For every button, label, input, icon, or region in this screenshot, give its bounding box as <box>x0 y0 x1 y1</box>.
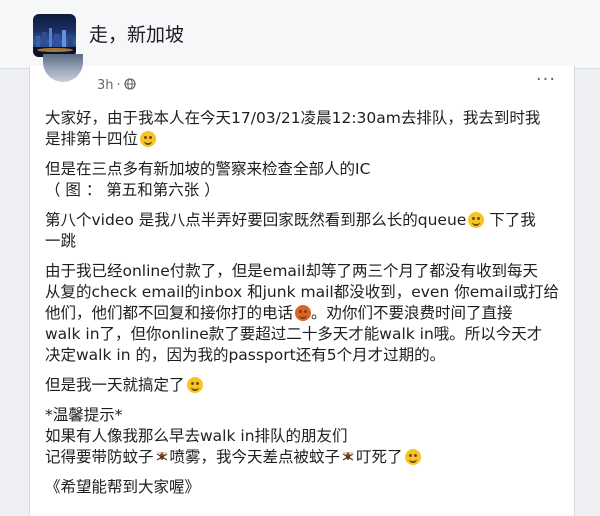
post-text: 如果有人像我那么早去walk in排队的朋友们 <box>45 427 348 445</box>
relieved-emoji <box>186 377 203 393</box>
post-text: *温馨提示* <box>45 406 123 424</box>
group-header: 走，新加坡 <box>0 0 600 69</box>
post-text: 从复的check email的inbox 和junk mail都没收到，even… <box>45 283 559 301</box>
post-paragraph: 第八个video 是我八点半弄好要回家既然看到那么长的queue 下了我 一跳 <box>45 210 560 252</box>
post-text: 。劝你们不要浪费时间了直接 <box>311 304 513 322</box>
group-avatar[interactable] <box>33 14 76 57</box>
post-line: 一跳 <box>45 231 560 252</box>
post-text: 是排第十四位 <box>45 130 139 148</box>
post-text: 《希望能帮到大家喔》 <box>45 478 201 496</box>
post-text: 大家好，由于我本人在今天17/03/21凌晨12:30am去排队，我去到时我 <box>45 109 541 127</box>
mosquito-icon <box>341 449 355 463</box>
post-paragraph: 但是我一天就搞定了 <box>45 375 560 396</box>
post-line: 决定walk in 的，因为我的passport还有5个月才过期的。 <box>45 345 560 366</box>
post-text: （ 图 ： 第五和第六张 ） <box>45 181 220 199</box>
post-text: 由于我已经online付款了，但是email却等了两三个月了都没有收到每天 <box>45 262 539 280</box>
post-time-text[interactable]: 3h <box>97 78 114 93</box>
post-line: 由于我已经online付款了，但是email却等了两三个月了都没有收到每天 <box>45 261 560 282</box>
post-text: 叮死了 <box>356 448 403 466</box>
grinning-emoji <box>404 449 421 465</box>
post-paragraph: *温馨提示* 如果有人像我那么早去walk in排队的朋友们 记得要带防蚊子 喷雾，我… <box>45 405 560 468</box>
post-line: 记得要带防蚊子 喷雾，我今天差点被蚊子 叮死了 <box>45 447 560 468</box>
more-options-icon[interactable]: ··· <box>534 71 558 89</box>
post-line: 但是我一天就搞定了 <box>45 375 560 396</box>
angry-emoji <box>295 305 312 321</box>
mosquito-icon <box>155 449 169 463</box>
city-skyline-icon <box>33 28 76 57</box>
post-line: walk in了，但你online款了要超过二十多天才能walk in哦。所以今… <box>45 324 560 345</box>
post-paragraph: 《希望能帮到大家喔》 <box>45 477 560 498</box>
globe-icon <box>124 78 136 90</box>
post-body: 大家好，由于我本人在今天17/03/21凌晨12:30am去排队，我去到时我 是排… <box>45 108 560 507</box>
post-text: 第八个video 是我八点半弄好要回家既然看到那么长的queue <box>45 211 467 229</box>
rolling-eyes-emoji <box>140 131 157 147</box>
time-separator: · <box>116 78 121 93</box>
post-text: 一跳 <box>45 232 77 250</box>
post-text: walk in了，但你online款了要超过二十多天才能walk in哦。所以今… <box>45 325 543 343</box>
group-name[interactable]: 走，新加坡 <box>89 23 184 47</box>
author-avatar[interactable] <box>43 54 83 82</box>
post-line: 他们，他们都不回复和接你打的电话 。劝你们不要浪费时间了直接 <box>45 303 560 324</box>
post-text: 决定walk in 的，因为我的passport还有5个月才过期的。 <box>45 346 446 364</box>
post-card: 3h · ··· 大家好，由于我本人在今天17/03/21凌晨12:30am去排队… <box>29 54 575 516</box>
post-paragraph: 由于我已经online付款了，但是email却等了两三个月了都没有收到每天从复的… <box>45 261 560 366</box>
grinning-emoji <box>468 212 485 228</box>
post-line: 是排第十四位 <box>45 129 560 150</box>
post-line: 第八个video 是我八点半弄好要回家既然看到那么长的queue 下了我 <box>45 210 560 231</box>
post-text: 但是在三点多有新加坡的警察来检查全部人的IC <box>45 160 371 178</box>
post-line: 大家好，由于我本人在今天17/03/21凌晨12:30am去排队，我去到时我 <box>45 108 560 129</box>
post-line: 如果有人像我那么早去walk in排队的朋友们 <box>45 426 560 447</box>
post-text: 记得要带防蚊子 <box>45 448 154 466</box>
post-text: 喷雾，我今天差点被蚊子 <box>169 448 341 466</box>
post-line: 从复的check email的inbox 和junk mail都没收到，even… <box>45 282 560 303</box>
post-line: （ 图 ： 第五和第六张 ） <box>45 180 560 201</box>
post-text: 但是我一天就搞定了 <box>45 376 185 394</box>
post-line: *温馨提示* <box>45 405 560 426</box>
post-text: 他们，他们都不回复和接你打的电话 <box>45 304 294 322</box>
post-line: 但是在三点多有新加坡的警察来检查全部人的IC <box>45 159 560 180</box>
post-timestamp[interactable]: 3h · <box>97 78 136 93</box>
post-paragraph: 大家好，由于我本人在今天17/03/21凌晨12:30am去排队，我去到时我 是排… <box>45 108 560 150</box>
post-text: 下了我 <box>484 211 536 229</box>
post-paragraph: 但是在三点多有新加坡的警察来检查全部人的IC （ 图 ： 第五和第六张 ） <box>45 159 560 201</box>
post-line: 《希望能帮到大家喔》 <box>45 477 560 498</box>
